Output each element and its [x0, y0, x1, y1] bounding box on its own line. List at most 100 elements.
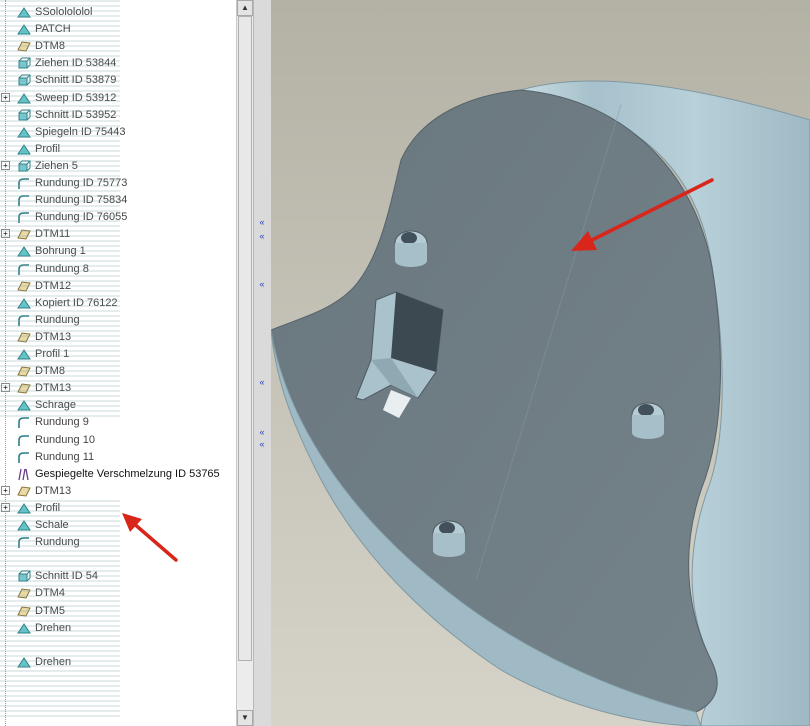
tree-item-label: DTM13 [35, 382, 72, 395]
datum-plane-icon [17, 228, 31, 241]
hole-icon [17, 245, 31, 258]
collapse-arrow-icon[interactable]: « [258, 428, 266, 437]
tree-item[interactable]: Rundung 8 [0, 261, 236, 278]
round-icon [17, 211, 31, 224]
tree-item[interactable]: Spiegeln ID 75443 [0, 124, 236, 141]
round-icon [17, 314, 31, 327]
tree-item[interactable]: Drehen [0, 620, 236, 637]
tree-item[interactable]: DTM12 [0, 278, 236, 295]
datum-plane-icon [17, 365, 31, 378]
tree-item[interactable]: Rundung 10 [0, 432, 236, 449]
tree-item-label: Kopiert ID 76122 [35, 296, 118, 309]
revolve-icon [17, 622, 31, 635]
round-icon [17, 416, 31, 429]
tree-item[interactable]: Rundung 9 [0, 414, 236, 431]
model-tree[interactable]: SSololololol PATCH DTM8 Ziehen ID 53844 Schn… [0, 0, 236, 726]
tree-item[interactable]: + DTM13 [0, 483, 236, 500]
panel-sash[interactable]: « « « « « « [253, 0, 272, 726]
tree-item-label: DTM13 [35, 330, 72, 343]
tree-item-label: DTM8 [35, 365, 65, 378]
tree-item[interactable]: Rundung [0, 534, 236, 551]
collapse-arrow-icon[interactable]: « [258, 378, 266, 387]
tree-item[interactable]: DTM8 [0, 38, 236, 55]
tree-item[interactable]: Schnitt ID 54 [0, 568, 236, 585]
tree-item[interactable]: Ziehen ID 53844 [0, 55, 236, 72]
tree-item[interactable] [0, 637, 236, 654]
tree-item-label: Drehen [35, 621, 72, 634]
tree-item-label: DTM4 [35, 587, 65, 600]
tree-item-label: Rundung 10 [35, 433, 95, 446]
copy-icon [17, 297, 31, 310]
tree-item[interactable]: + DTM11 [0, 226, 236, 243]
datum-plane-icon [17, 605, 31, 618]
tree-item-label: Schnitt ID 53879 [35, 74, 117, 87]
tree-item[interactable]: Schale [0, 517, 236, 534]
tree-item[interactable]: Profil [0, 141, 236, 158]
tree-item[interactable]: Schnitt ID 53879 [0, 72, 236, 89]
collapse-arrow-icon[interactable]: « [258, 218, 266, 227]
datum-plane-icon [17, 587, 31, 600]
tree-item[interactable]: Rundung ID 75773 [0, 175, 236, 192]
tree-item[interactable] [0, 551, 236, 568]
datum-plane-icon [17, 40, 31, 53]
tree-item[interactable]: Rundung [0, 312, 236, 329]
scroll-up-button[interactable]: ▲ [237, 0, 253, 16]
tree-item-label: Rundung ID 76055 [35, 211, 128, 224]
tree-item-label: Bohrung 1 [35, 245, 86, 258]
3d-model-render[interactable] [271, 0, 810, 726]
cut-icon [17, 74, 31, 87]
tree-item-label: Ziehen ID 53844 [35, 57, 117, 70]
tree-item[interactable]: Rundung ID 76055 [0, 209, 236, 226]
tree-item[interactable]: + Profil [0, 500, 236, 517]
tree-item[interactable]: Gespiegelte Verschmelzung ID 53765 [0, 466, 236, 483]
mirror-icon [17, 126, 31, 139]
tree-item[interactable]: Kopiert ID 76122 [0, 295, 236, 312]
tree-item-label: DTM11 [35, 228, 71, 241]
tree-item[interactable]: Rundung 11 [0, 449, 236, 466]
blend-icon [17, 468, 31, 481]
tree-item-label: Spiegeln ID 75443 [35, 125, 126, 138]
tree-item[interactable]: DTM8 [0, 363, 236, 380]
scroll-thumb[interactable] [238, 16, 252, 661]
tree-item[interactable]: + DTM13 [0, 380, 236, 397]
tree-item[interactable]: Drehen [0, 654, 236, 671]
model-tree-scrollbar[interactable]: ▲ ▼ [236, 0, 254, 726]
surface-icon [17, 23, 31, 36]
extrude-icon [17, 160, 31, 173]
tree-item[interactable]: Rundung ID 75834 [0, 192, 236, 209]
tree-item-label: DTM5 [35, 604, 65, 617]
tree-item[interactable]: DTM13 [0, 329, 236, 346]
tree-item-label: Rundung 11 [35, 450, 95, 463]
tree-item[interactable]: Profil 1 [0, 346, 236, 363]
sweep-icon [17, 92, 31, 105]
tree-item[interactable]: + Ziehen 5 [0, 158, 236, 175]
tree-item[interactable]: PATCH [0, 21, 236, 38]
expand-toggle[interactable]: + [1, 229, 10, 239]
tree-item[interactable]: + Sweep ID 53912 [0, 90, 236, 107]
expand-toggle[interactable]: + [1, 160, 10, 170]
shell-icon [17, 519, 31, 532]
scroll-down-button[interactable]: ▼ [237, 710, 253, 726]
datum-plane-icon [17, 280, 31, 293]
expand-toggle[interactable]: + [1, 485, 10, 495]
draft-icon [17, 399, 31, 412]
tree-item[interactable]: DTM5 [0, 603, 236, 620]
collapse-arrow-icon[interactable]: « [258, 232, 266, 241]
tree-item-label: Schnitt ID 53952 [35, 108, 117, 121]
expand-toggle[interactable]: + [1, 383, 10, 393]
collapse-arrow-icon[interactable]: « [258, 280, 266, 289]
tree-item[interactable]: SSololololol [0, 4, 236, 21]
collapse-arrow-icon[interactable]: « [258, 440, 266, 449]
tree-item[interactable]: Schrage [0, 397, 236, 414]
tree-item[interactable]: Schnitt ID 53952 [0, 107, 236, 124]
profile-icon [17, 143, 31, 156]
revolve-icon [17, 656, 31, 669]
expand-toggle[interactable]: + [1, 92, 10, 102]
expand-toggle[interactable]: + [1, 502, 10, 512]
datum-plane-icon [17, 331, 31, 344]
tree-item[interactable]: DTM4 [0, 585, 236, 602]
extrude-icon [17, 57, 31, 70]
graphics-viewport[interactable] [271, 0, 810, 726]
tree-item[interactable]: Bohrung 1 [0, 243, 236, 260]
tree-item-label: Rundung 9 [35, 416, 89, 429]
